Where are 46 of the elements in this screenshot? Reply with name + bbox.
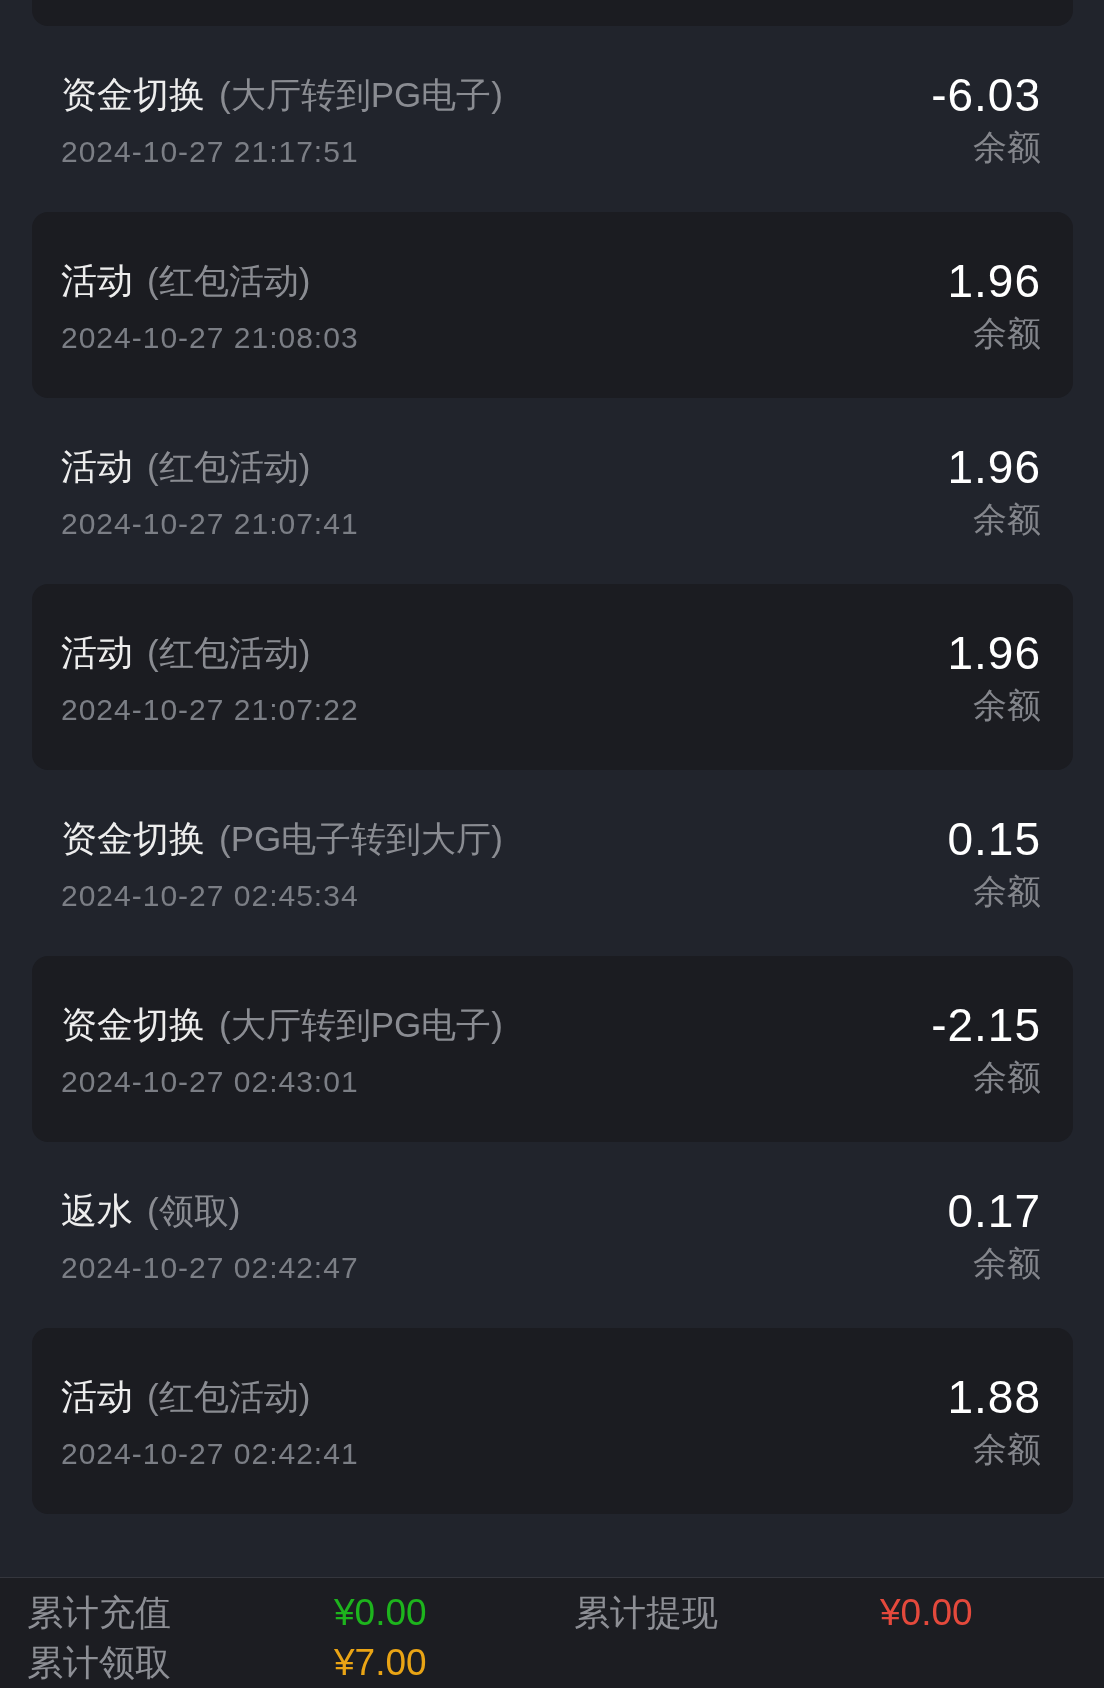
transaction-time: 2024-10-27 02:42:47 (61, 1250, 359, 1286)
transaction-detail: (红包活动) (147, 1376, 311, 1418)
summary-label: 累计提现 (574, 1591, 718, 1635)
summary-value: ¥0.00 (880, 1591, 973, 1635)
transaction-detail: (PG电子转到大厅) (219, 818, 503, 860)
transaction-detail: (红包活动) (147, 632, 311, 674)
transaction-detail: (领取) (147, 1190, 241, 1232)
transaction-amount: 1.96 (947, 255, 1041, 307)
transaction-detail: (大厅转到PG电子) (219, 74, 503, 116)
summary-label: 累计充值 (27, 1591, 171, 1635)
transaction-detail: (红包活动) (147, 260, 311, 302)
balance-label: 余额 (973, 685, 1041, 725)
balance-label: 余额 (973, 871, 1041, 911)
transaction-amount: 1.88 (947, 1371, 1041, 1423)
transaction-amount: 0.17 (947, 1185, 1041, 1237)
transaction-type: 活动 (61, 1375, 133, 1419)
transaction-time: 2024-10-27 21:08:03 (61, 320, 359, 356)
summary-value: ¥0.00 (334, 1591, 427, 1635)
transaction-amount: -2.15 (931, 999, 1041, 1051)
transaction-detail: (大厅转到PG电子) (219, 1004, 503, 1046)
transaction-time: 2024-10-27 21:07:41 (61, 506, 359, 542)
transaction-detail: (红包活动) (147, 446, 311, 488)
transaction-time: 2024-10-27 02:43:01 (61, 1064, 359, 1100)
balance-label: 余额 (973, 127, 1041, 167)
transaction-amount: 1.96 (947, 627, 1041, 679)
transaction-type: 返水 (61, 1189, 133, 1233)
transaction-type: 资金切换 (61, 73, 205, 117)
summary-label: 累计领取 (27, 1641, 171, 1685)
transaction-type: 活动 (61, 259, 133, 303)
transaction-time: 2024-10-27 21:07:22 (61, 692, 359, 728)
transaction-type: 资金切换 (61, 817, 205, 861)
transaction-type: 活动 (61, 631, 133, 675)
balance-label: 余额 (973, 499, 1041, 539)
transaction-time: 2024-10-27 02:42:41 (61, 1436, 359, 1472)
transaction-type: 资金切换 (61, 1003, 205, 1047)
transaction-time: 2024-10-27 21:17:51 (61, 134, 359, 170)
transaction-amount: -6.03 (931, 69, 1041, 121)
transaction-amount: 1.96 (947, 441, 1041, 493)
transaction-time: 2024-10-27 02:45:34 (61, 878, 359, 914)
transaction-amount: 0.15 (947, 813, 1041, 865)
summary-value: ¥7.00 (334, 1641, 427, 1685)
transaction-type: 活动 (61, 445, 133, 489)
balance-label: 余额 (973, 313, 1041, 353)
balance-label: 余额 (973, 1243, 1041, 1283)
balance-label: 余额 (973, 1057, 1041, 1097)
balance-label: 余额 (973, 1429, 1041, 1469)
